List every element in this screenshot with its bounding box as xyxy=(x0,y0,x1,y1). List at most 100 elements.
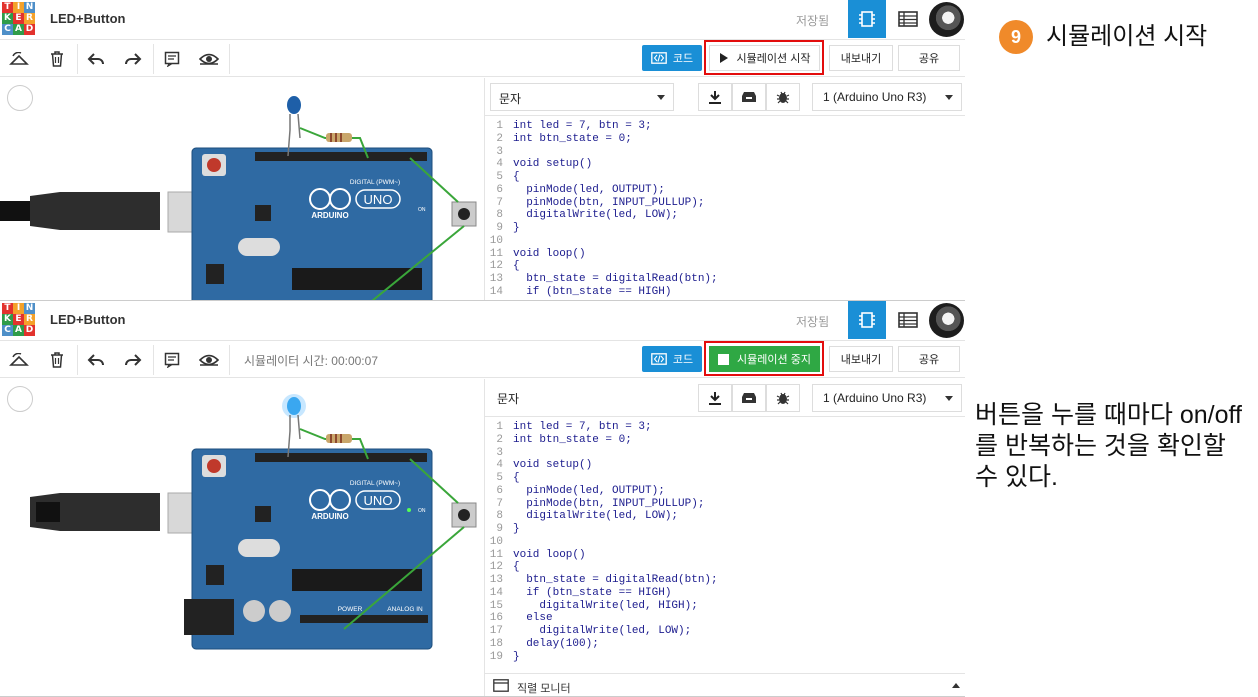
code-line: 12 { xyxy=(485,561,965,574)
rotate-button[interactable] xyxy=(6,46,32,72)
save-status: 저장됨 xyxy=(796,14,830,28)
notes-button[interactable] xyxy=(159,46,185,72)
device-value: 1 (Arduino Uno R3) xyxy=(823,391,927,405)
redo-button[interactable] xyxy=(120,46,146,72)
line-number: 1 xyxy=(496,421,503,433)
code-mode-value: 문자 xyxy=(499,92,522,106)
logo-letter: K xyxy=(2,314,13,325)
download-button[interactable] xyxy=(698,384,732,412)
note-icon xyxy=(164,51,180,67)
undo-button[interactable] xyxy=(83,347,109,373)
project-title[interactable]: LED+Button xyxy=(50,11,125,26)
circuit-drawing: UNO ARDUINO DIGITAL (PWM~) ON xyxy=(0,96,477,300)
code-mode-dropdown[interactable]: 문자 xyxy=(497,390,519,407)
tinkercad-logo[interactable]: T I N K E R C A D xyxy=(2,2,35,35)
debug-button[interactable] xyxy=(766,384,800,412)
circuit-view-button[interactable] xyxy=(848,0,886,38)
user-avatar[interactable] xyxy=(929,2,964,37)
analog-label: ANALOG IN xyxy=(387,606,423,613)
line-number: 7 xyxy=(496,196,503,209)
visibility-button[interactable] xyxy=(196,347,222,373)
serial-monitor-label: 직렬 모니터 xyxy=(517,683,571,695)
digital-label: DIGITAL (PWM~) xyxy=(350,480,400,487)
led-off xyxy=(287,96,301,114)
code-line: 5{ xyxy=(485,472,965,485)
code-button[interactable]: 코드 xyxy=(642,45,702,71)
export-button[interactable]: 내보내기 xyxy=(829,346,893,372)
editor-panel-running: T I N K E R C A D LED+Button 저장됨 시뮬레이터 시… xyxy=(0,301,965,697)
line-number: 2 xyxy=(496,433,503,446)
line-number: 10 xyxy=(489,234,503,247)
code-text: void setup() xyxy=(513,459,593,472)
undo-button[interactable] xyxy=(83,46,109,72)
bug-icon xyxy=(776,392,790,405)
step-number-badge: 9 xyxy=(999,20,1033,54)
code-line: 10 xyxy=(485,536,965,549)
code-text: pinMode(btn, INPUT_PULLUP); xyxy=(513,196,705,209)
device-dropdown[interactable]: 1 (Arduino Uno R3) xyxy=(812,384,962,412)
components-list-button[interactable] xyxy=(890,301,926,339)
circuit-canvas[interactable]: POWER ANALOG IN UNO ARDUINO DIGITAL (PWM… xyxy=(0,379,484,696)
project-title[interactable]: LED+Button xyxy=(50,312,125,327)
line-number: 10 xyxy=(489,535,503,548)
code-line: 17 digitalWrite(led, LOW); xyxy=(485,625,965,638)
code-text: void loop() xyxy=(513,247,586,260)
title-bar: T I N K E R C A D LED+Button 저장됨 xyxy=(0,301,965,341)
chip-icon xyxy=(859,11,875,27)
line-number: 5 xyxy=(496,171,503,183)
code-text: if (btn_state == HIGH) xyxy=(513,285,672,298)
logo-letter: T xyxy=(2,2,13,13)
zoom-to-fit-icon[interactable] xyxy=(7,85,33,111)
user-avatar[interactable] xyxy=(929,303,964,338)
serial-monitor-bar[interactable]: 직렬 모니터 xyxy=(485,673,965,696)
redo-button[interactable] xyxy=(120,347,146,373)
export-button[interactable]: 내보내기 xyxy=(829,45,893,71)
board-brand-text: ARDUINO xyxy=(311,512,348,521)
zoom-to-fit-icon[interactable] xyxy=(7,386,33,412)
line-number: 4 xyxy=(496,158,503,171)
notes-button[interactable] xyxy=(159,347,185,373)
delete-button[interactable] xyxy=(44,46,70,72)
code-text: pinMode(led, OUTPUT); xyxy=(513,484,665,497)
library-icon xyxy=(742,92,756,102)
eye-icon xyxy=(199,53,219,65)
rotate-button[interactable] xyxy=(6,347,32,373)
library-button[interactable] xyxy=(732,83,766,111)
circuit-view-button[interactable] xyxy=(848,301,886,339)
code-line: 5{ xyxy=(485,171,965,184)
highlight-box xyxy=(704,40,824,75)
code-mode-dropdown[interactable]: 문자 xyxy=(490,83,674,111)
device-dropdown[interactable]: 1 (Arduino Uno R3) xyxy=(812,83,962,111)
visibility-button[interactable] xyxy=(196,46,222,72)
code-button[interactable]: 코드 xyxy=(642,346,702,372)
rotate-icon xyxy=(9,52,29,65)
bug-icon xyxy=(776,91,790,104)
delete-button[interactable] xyxy=(44,347,70,373)
share-button[interactable]: 공유 xyxy=(898,346,960,372)
code-line: 6 pinMode(led, OUTPUT); xyxy=(485,485,965,498)
logo-letter: T xyxy=(2,303,13,314)
line-number: 12 xyxy=(489,561,503,574)
device-value: 1 (Arduino Uno R3) xyxy=(823,90,927,104)
line-number: 1 xyxy=(496,120,503,132)
download-button[interactable] xyxy=(698,83,732,111)
code-text: btn_state = digitalRead(btn); xyxy=(513,273,718,285)
line-number: 12 xyxy=(489,260,503,273)
usb-cable xyxy=(36,502,60,522)
resistor xyxy=(326,434,352,443)
code-editor-panel: 문자 1 (Arduino Uno R3) 1 int led = 7, btn … xyxy=(484,78,965,300)
usb-cable xyxy=(0,201,30,221)
line-number: 2 xyxy=(496,132,503,145)
chevron-up-icon xyxy=(952,683,960,688)
undo-icon xyxy=(87,354,104,366)
code-text-area[interactable]: 1 int led = 7, btn = 3; 2 int btn_state = 0… xyxy=(485,120,965,299)
share-button[interactable]: 공유 xyxy=(898,45,960,71)
library-button[interactable] xyxy=(732,384,766,412)
circuit-canvas[interactable]: UNO ARDUINO DIGITAL (PWM~) ON xyxy=(0,78,484,300)
line-number: 6 xyxy=(496,484,503,497)
components-list-button[interactable] xyxy=(890,0,926,38)
circuit-drawing: POWER ANALOG IN UNO ARDUINO DIGITAL (PWM… xyxy=(30,394,477,650)
tinkercad-logo[interactable]: T I N K E R C A D xyxy=(2,303,35,336)
debug-button[interactable] xyxy=(766,83,800,111)
code-text-area[interactable]: 1 int led = 7, btn = 3; 2 int btn_state = 0… xyxy=(485,421,965,663)
